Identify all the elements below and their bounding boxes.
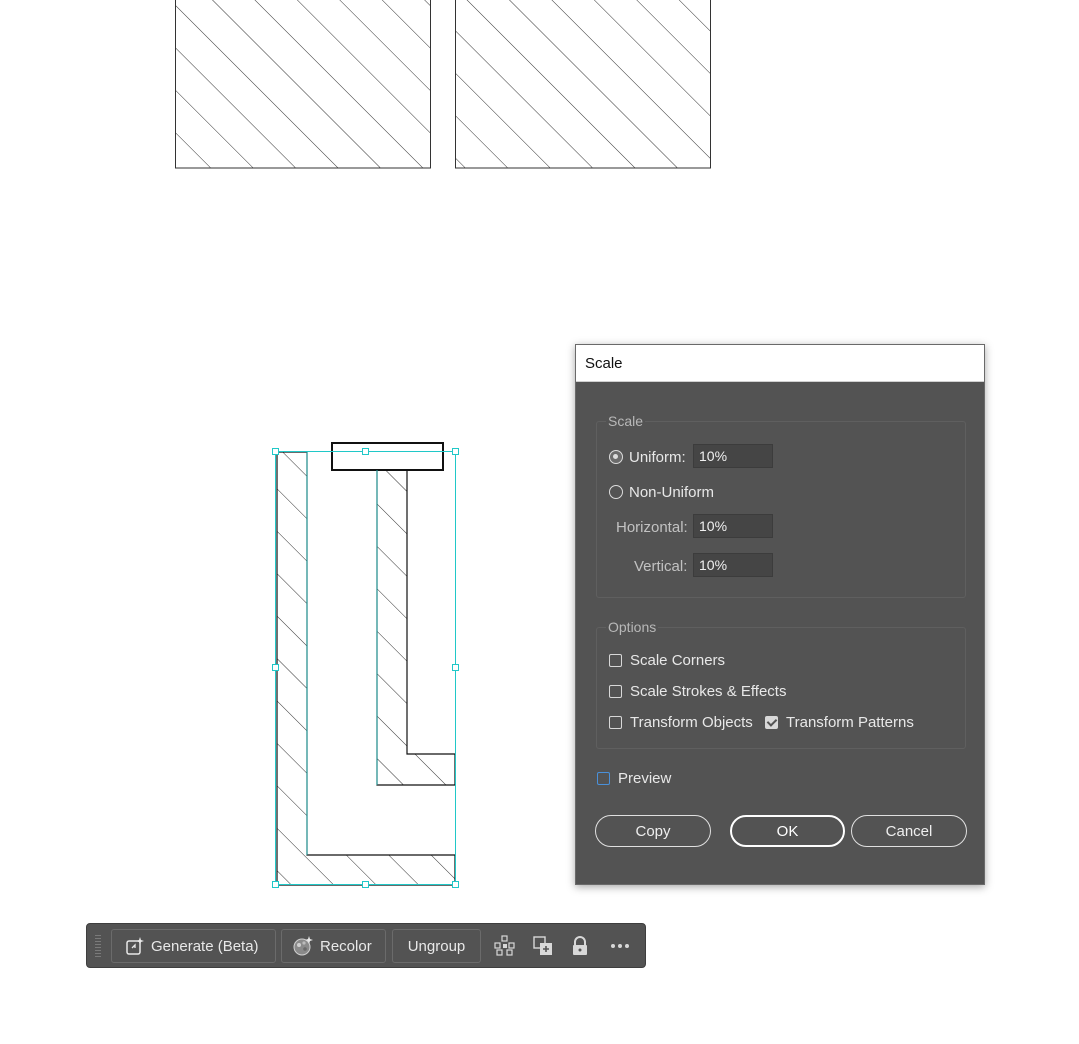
non-uniform-label: Non-Uniform — [629, 483, 715, 501]
uniform-radio[interactable] — [609, 450, 623, 464]
vertical-label: Vertical: — [634, 557, 688, 575]
scale-strokes-label: Scale Strokes & Effects — [630, 682, 787, 700]
scale-strokes-row[interactable]: Scale Strokes & Effects — [609, 679, 786, 703]
non-uniform-radio[interactable] — [609, 485, 623, 499]
hatched-square-left[interactable] — [175, 0, 431, 169]
transform-patterns-checkbox[interactable] — [765, 715, 778, 729]
ungroup-button[interactable]: Ungroup — [392, 929, 481, 963]
selected-l-shape-group[interactable] — [272, 442, 459, 888]
uniform-value-field[interactable]: 10% — [693, 444, 773, 468]
uniform-label: Uniform: — [629, 448, 686, 466]
transform-patterns-label: Transform Patterns — [786, 713, 914, 731]
generate-icon — [125, 936, 145, 956]
dialog-title: Scale — [585, 355, 623, 372]
preview-row[interactable]: Preview — [597, 766, 671, 790]
transform-objects-label: Transform Objects — [630, 713, 753, 731]
contextual-task-bar: Generate (Beta) Recolor Ungroup — [86, 923, 646, 968]
vertical-value-field[interactable]: 10% — [693, 553, 773, 577]
non-uniform-radio-row[interactable]: Non-Uniform — [609, 480, 714, 504]
scale-corners-label: Scale Corners — [630, 651, 726, 669]
cancel-button[interactable]: Cancel — [851, 815, 967, 847]
generate-button[interactable]: Generate (Beta) — [111, 929, 276, 963]
arrange-icon[interactable] — [532, 935, 554, 957]
transform-objects-row[interactable]: Transform Objects — [609, 710, 753, 734]
copy-button[interactable]: Copy — [595, 815, 711, 847]
isolate-icon[interactable] — [494, 935, 516, 957]
scale-group-legend: Scale — [606, 413, 646, 429]
scale-corners-row[interactable]: Scale Corners — [609, 648, 725, 672]
ungroup-label: Ungroup — [407, 937, 466, 955]
preview-checkbox[interactable] — [597, 771, 610, 785]
dialog-titlebar[interactable]: Scale — [576, 345, 984, 382]
recolor-button[interactable]: Recolor — [281, 929, 386, 963]
recolor-icon — [292, 935, 314, 957]
vertical-row: Vertical: — [634, 554, 687, 578]
hatched-square-right[interactable] — [455, 0, 711, 169]
horizontal-label: Horizontal: — [616, 518, 688, 536]
scale-corners-checkbox[interactable] — [609, 653, 622, 667]
generate-label: Generate (Beta) — [151, 937, 259, 955]
horizontal-value-field[interactable]: 10% — [693, 514, 773, 538]
uniform-radio-row[interactable]: Uniform: — [609, 445, 686, 469]
preview-label: Preview — [618, 769, 672, 787]
lock-icon[interactable] — [569, 935, 591, 957]
horizontal-row: Horizontal: — [616, 515, 688, 539]
scale-strokes-checkbox[interactable] — [609, 684, 622, 698]
transform-patterns-row[interactable]: Transform Patterns — [765, 710, 914, 734]
options-group-legend: Options — [606, 619, 659, 635]
ok-button[interactable]: OK — [730, 815, 845, 847]
drag-handle-icon[interactable] — [95, 935, 101, 957]
scale-dialog: Scale Scale Uniform: 10% Non-Uniform Hor… — [575, 344, 985, 885]
recolor-label: Recolor — [320, 937, 372, 955]
more-icon[interactable] — [609, 935, 631, 957]
transform-objects-checkbox[interactable] — [609, 715, 622, 729]
